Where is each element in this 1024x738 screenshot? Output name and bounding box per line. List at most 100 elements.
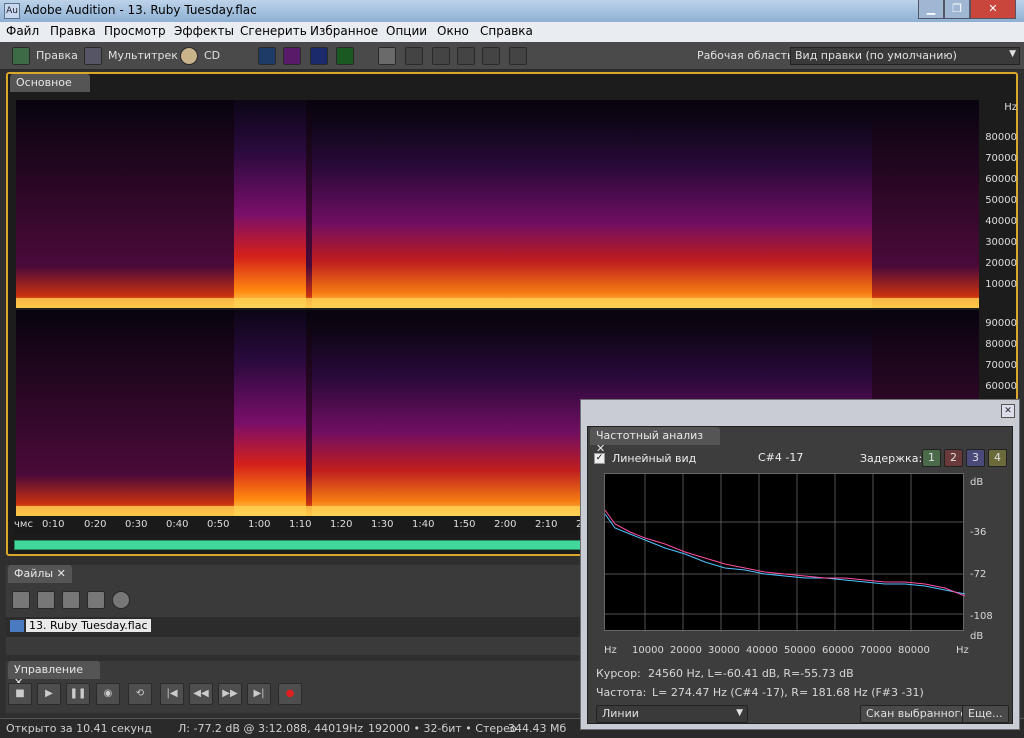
linear-view-checkbox[interactable]: ✓ <box>594 453 605 464</box>
cursor-label: Курсор: <box>596 667 641 680</box>
toolbar: Правка Мультитрек CD Рабочая область: Ви… <box>0 42 1024 70</box>
menu-view[interactable]: Просмотр <box>104 24 166 38</box>
go-to-start-button[interactable]: |◀ <box>160 683 184 705</box>
frequency-analysis-window[interactable]: ✕ Частотный анализ ✕ ✓ Линейный вид C#4 … <box>580 399 1020 730</box>
hz-tick: 20000 <box>670 645 702 656</box>
spot-healing-icon[interactable] <box>482 47 500 65</box>
brush-tool-icon[interactable] <box>457 47 475 65</box>
transport-tab-label: Управление <box>14 663 84 676</box>
db-unit: dB <box>970 631 984 642</box>
hz-tick: 80000 <box>898 645 930 656</box>
play-from-cursor-button[interactable]: ◉ <box>96 683 120 705</box>
app-icon: Au <box>4 3 20 19</box>
linear-view-label: Линейный вид <box>612 452 697 465</box>
display-mode-dropdown[interactable]: Линии ▼ <box>596 705 748 723</box>
menu-window[interactable]: Окно <box>437 24 469 38</box>
hz-tick: 70000 <box>860 645 892 656</box>
cd-icon[interactable] <box>180 47 198 65</box>
play-file-icon[interactable] <box>112 591 130 609</box>
workspace-label: Рабочая область: <box>697 49 798 62</box>
spectral-view-icon[interactable] <box>283 47 301 65</box>
delay-button-2[interactable]: 2 <box>944 449 963 467</box>
stop-button[interactable]: ■ <box>8 683 32 705</box>
delay-label: Задержка: <box>860 452 923 465</box>
fast-forward-button[interactable]: ▶▶ <box>218 683 242 705</box>
menu-edit[interactable]: Правка <box>50 24 96 38</box>
time-tick: 1:30 <box>371 519 394 530</box>
files-panel: Файлы ✕ 13. Ruby Tuesday.flac <box>6 565 586 655</box>
time-selection-tool-icon[interactable] <box>378 47 396 65</box>
lasso-tool-icon[interactable] <box>432 47 450 65</box>
scan-selection-button[interactable]: Скан выбранного <box>860 705 974 723</box>
rewind-button[interactable]: ◀◀ <box>189 683 213 705</box>
close-icon[interactable]: ✕ <box>57 567 66 580</box>
tab-transport[interactable]: Управление ✕ <box>8 661 100 689</box>
marquee-tool-icon[interactable] <box>405 47 423 65</box>
delay-button-1[interactable]: 1 <box>922 449 941 467</box>
frequency-scale-right: 90000 80000 70000 60000 <box>983 312 1023 402</box>
frequency-graph[interactable] <box>604 473 966 632</box>
close-icon[interactable]: ✕ <box>1001 404 1015 418</box>
menu-options[interactable]: Опции <box>386 24 427 38</box>
db-tick: -72 <box>970 569 987 580</box>
edit-view-icon[interactable] <box>12 47 30 65</box>
multitrack-icon[interactable] <box>84 47 102 65</box>
menu-help[interactable]: Справка <box>480 24 533 38</box>
tab-frequency-analysis[interactable]: Частотный анализ ✕ <box>590 427 720 455</box>
menu-effects[interactable]: Эффекты <box>174 24 234 38</box>
chevron-down-icon: ▼ <box>736 708 743 718</box>
file-list: 13. Ruby Tuesday.flac <box>6 617 586 637</box>
hz-tick: 30000 <box>985 237 1017 248</box>
file-item[interactable]: 13. Ruby Tuesday.flac <box>26 619 151 632</box>
spectral-pitch-icon[interactable] <box>310 47 328 65</box>
menu-generate[interactable]: Сгенерить <box>240 24 307 38</box>
play-button[interactable]: ▶ <box>37 683 61 705</box>
hz-tick: 20000 <box>985 258 1017 269</box>
hz-tick: 40000 <box>985 216 1017 227</box>
edit-view-label[interactable]: Правка <box>36 49 78 62</box>
db-tick: -108 <box>970 611 993 622</box>
go-to-end-button[interactable]: ▶| <box>247 683 271 705</box>
time-tick: 0:40 <box>166 519 189 530</box>
scrub-tool-icon[interactable] <box>509 47 527 65</box>
pause-button[interactable]: ❚❚ <box>66 683 90 705</box>
delay-button-3[interactable]: 3 <box>966 449 985 467</box>
more-button[interactable]: Еще... <box>962 705 1009 723</box>
phase-view-icon[interactable] <box>336 47 354 65</box>
hz-tick: 50000 <box>784 645 816 656</box>
close-button[interactable]: ✕ <box>970 0 1016 19</box>
record-button[interactable]: ● <box>278 683 302 705</box>
open-file-icon[interactable] <box>12 591 30 609</box>
time-tick: 2:00 <box>494 519 517 530</box>
hz-tick: 30000 <box>708 645 740 656</box>
files-tab-label: Файлы <box>14 567 54 580</box>
hz-tick: 60000 <box>985 174 1017 185</box>
workspace-dropdown[interactable]: Вид правки (по умолчанию) ▼ <box>790 47 1020 65</box>
menu-file[interactable]: Файл <box>6 24 39 38</box>
loop-button[interactable]: ⟲ <box>128 683 152 705</box>
close-file-icon[interactable] <box>37 591 55 609</box>
insert-cd-icon[interactable] <box>87 591 105 609</box>
waveform-view-icon[interactable] <box>258 47 276 65</box>
hz-tick: 40000 <box>746 645 778 656</box>
menu-favorites[interactable]: Избранное <box>310 24 378 38</box>
delay-button-4[interactable]: 4 <box>988 449 1007 467</box>
insert-multitrack-icon[interactable] <box>62 591 80 609</box>
tab-files[interactable]: Файлы ✕ <box>8 565 72 583</box>
workspace-value: Вид правки (по умолчанию) <box>795 49 957 62</box>
hz-unit: Hz <box>604 645 617 656</box>
time-tick: 1:50 <box>453 519 476 530</box>
minimize-button[interactable]: ▁ <box>918 0 944 19</box>
time-tick: 0:10 <box>42 519 65 530</box>
maximize-button[interactable]: ❐ <box>944 0 970 19</box>
cd-label[interactable]: CD <box>204 49 220 62</box>
multitrack-label[interactable]: Мультитрек <box>108 49 178 62</box>
menu-bar: Файл Правка Просмотр Эффекты Сгенерить И… <box>0 22 1024 42</box>
audio-file-icon <box>10 620 24 632</box>
time-tick: 1:40 <box>412 519 435 530</box>
time-tick: 0:30 <box>125 519 148 530</box>
cursor-value: 24560 Hz, L=-60.41 dB, R=-55.73 dB <box>648 667 854 680</box>
tab-main[interactable]: Основное <box>10 74 90 92</box>
spectrogram-left[interactable] <box>16 100 979 308</box>
frequency-scale-left: Hz 80000 70000 60000 50000 40000 30000 2… <box>983 100 1023 308</box>
